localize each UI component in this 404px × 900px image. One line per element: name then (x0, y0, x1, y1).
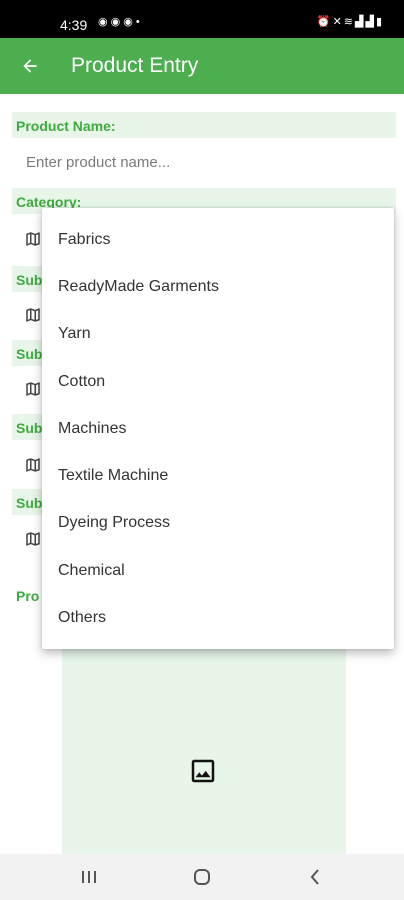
app-bar: Product Entry (0, 38, 404, 94)
dropdown-option-others[interactable]: Others (42, 594, 394, 641)
dropdown-option-chemical[interactable]: Chemical (42, 547, 394, 594)
notification-icons: ◉◉◉• (98, 15, 143, 28)
home-button[interactable] (187, 863, 217, 891)
product-image-picker[interactable] (62, 642, 346, 854)
dropdown-option-readymade-garments[interactable]: ReadyMade Garments (42, 263, 394, 310)
dot-icon: • (135, 16, 143, 28)
product-name-input[interactable] (14, 146, 394, 178)
recent-apps-button[interactable] (74, 863, 104, 891)
system-nav-bar (0, 854, 404, 900)
messenger-icon: ◉ (110, 16, 124, 28)
back-icon (310, 869, 319, 885)
image-icon (191, 759, 215, 783)
home-icon (194, 869, 210, 885)
system-icons: ⏰✕≋▟▟▮ (317, 15, 384, 28)
system-back-button[interactable] (300, 863, 330, 891)
map-icon (26, 532, 40, 546)
messenger-icon: ◉ (123, 16, 136, 28)
wifi-icon: ≋ (343, 16, 355, 28)
signal-icon: ▟ (355, 16, 366, 28)
map-icon (26, 382, 40, 396)
dropdown-option-machines[interactable]: Machines (42, 405, 394, 452)
status-time: 4:39 (60, 17, 88, 33)
product-name-label: Product Name: (12, 112, 396, 138)
map-icon (26, 458, 40, 472)
dropdown-option-yarn[interactable]: Yarn (42, 311, 394, 358)
signal-icon: ▟ (365, 16, 376, 28)
dropdown-option-cotton[interactable]: Cotton (42, 358, 394, 405)
dropdown-option-fabrics[interactable]: Fabrics (42, 216, 394, 263)
recent-apps-icon (82, 871, 96, 883)
dropdown-option-dyeing-process[interactable]: Dyeing Process (42, 500, 394, 547)
map-icon (26, 232, 40, 246)
messenger-icon: ◉ (98, 16, 111, 28)
alarm-icon: ⏰ (316, 16, 333, 28)
status-bar: 4:39 ◉◉◉• ⏰✕≋▟▟▮ (0, 0, 404, 38)
category-dropdown: Fabrics ReadyMade Garments Yarn Cotton M… (42, 208, 394, 649)
dropdown-option-textile-machine[interactable]: Textile Machine (42, 452, 394, 499)
mute-icon: ✕ (332, 16, 344, 28)
page-title: Product Entry (71, 54, 199, 77)
battery-icon: ▮ (375, 16, 384, 28)
back-button[interactable] (12, 48, 48, 84)
arrow-left-icon (23, 59, 37, 73)
map-icon (26, 308, 40, 322)
